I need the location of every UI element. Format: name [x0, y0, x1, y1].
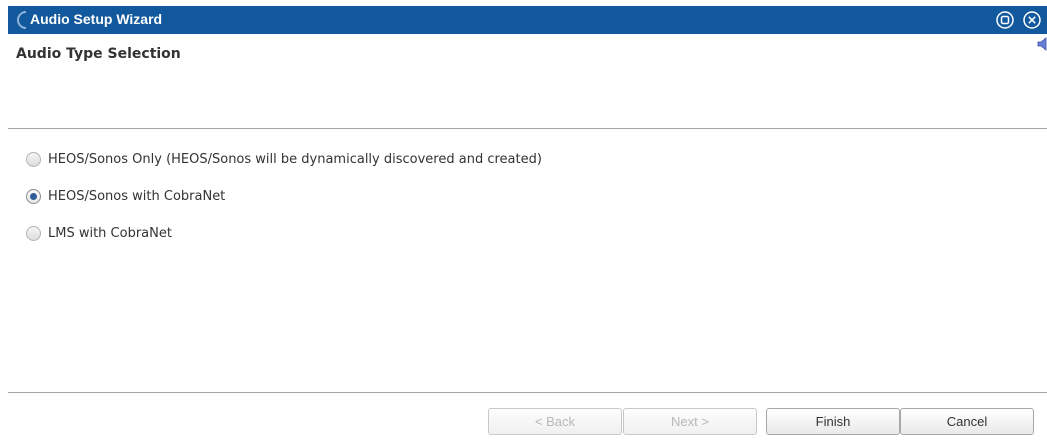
wizard-header: Audio Type Selection: [8, 34, 1047, 129]
next-button[interactable]: Next >: [623, 408, 757, 435]
finish-button[interactable]: Finish: [766, 408, 900, 435]
window-title: Audio Setup Wizard: [30, 11, 163, 27]
close-icon[interactable]: [1022, 10, 1042, 30]
option-heos-sonos-only[interactable]: HEOS/Sonos Only (HEOS/Sonos will be dyna…: [26, 149, 542, 169]
option-label: HEOS/Sonos Only (HEOS/Sonos will be dyna…: [48, 151, 542, 167]
cancel-button[interactable]: Cancel: [900, 408, 1034, 435]
option-label: LMS with CobraNet: [48, 225, 172, 241]
window-titlebar[interactable]: Audio Setup Wizard: [8, 6, 1047, 34]
radio-button[interactable]: [26, 225, 41, 241]
radio-button-selected[interactable]: [26, 188, 41, 204]
option-lms-cobranet[interactable]: LMS with CobraNet: [26, 223, 172, 243]
option-heos-sonos-cobranet[interactable]: HEOS/Sonos with CobraNet: [26, 186, 225, 206]
audio-type-options: HEOS/Sonos Only (HEOS/Sonos will be dyna…: [8, 129, 1047, 392]
radio-button[interactable]: [26, 151, 41, 167]
back-button[interactable]: < Back: [488, 408, 622, 435]
wizard-footer: < Back Next > Finish Cancel: [8, 392, 1047, 444]
restore-icon[interactable]: [995, 10, 1015, 30]
app-logo-icon: [17, 11, 27, 29]
page-title: Audio Type Selection: [16, 46, 181, 62]
option-label: HEOS/Sonos with CobraNet: [48, 188, 226, 204]
